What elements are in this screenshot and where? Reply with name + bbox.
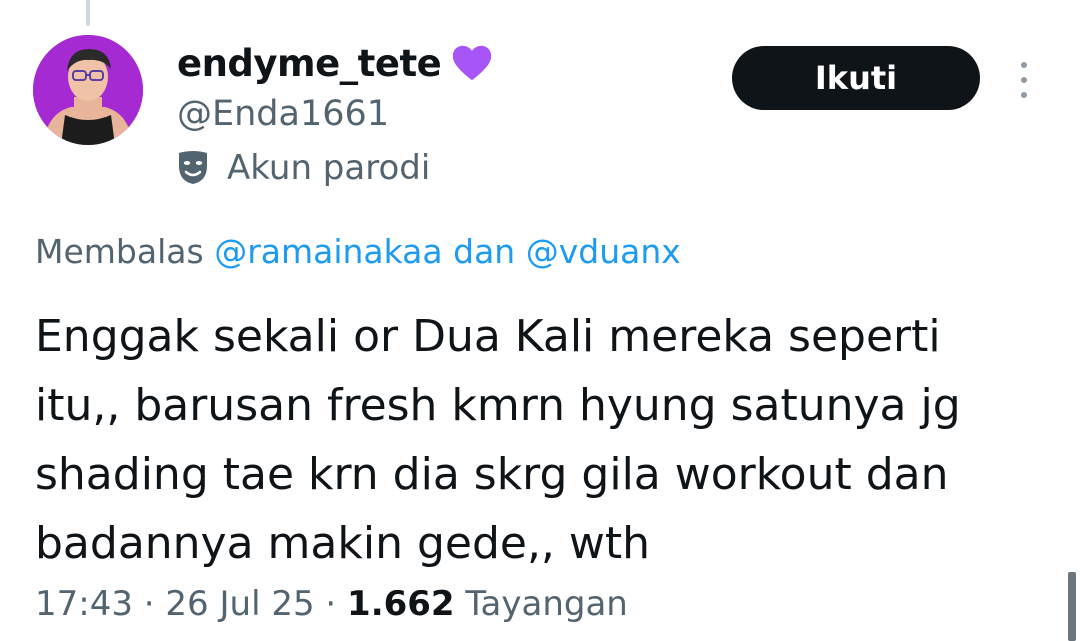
more-options-icon[interactable]: [1016, 62, 1032, 98]
tweet-text-line: badannya makin gede,, wth: [35, 518, 651, 569]
thread-connector-line: [86, 0, 90, 26]
tweet-text-line: shading tae krn dia skrg gila workout da…: [35, 449, 949, 500]
views-count: 1.662: [347, 584, 455, 624]
views-label: Tayangan: [465, 584, 628, 624]
reply-prefix: Membalas: [35, 232, 204, 271]
tweet-time[interactable]: 17:43: [35, 584, 133, 624]
tweet-text-line: Enggak sekali or Dua Kali mereka seperti: [35, 311, 941, 362]
avatar-image: [33, 35, 143, 145]
scrollbar-thumb[interactable]: [1068, 572, 1076, 641]
tweet-date[interactable]: 26 Jul 25: [165, 584, 314, 624]
mention-link[interactable]: @ramainakaa: [214, 232, 442, 271]
display-name[interactable]: endyme_tete: [177, 42, 442, 85]
more-dot: [1021, 92, 1027, 98]
separator-dot: ·: [325, 584, 337, 624]
avatar[interactable]: [33, 35, 143, 145]
reply-join: dan: [453, 232, 516, 271]
separator-dot: ·: [143, 584, 155, 624]
more-dot: [1021, 62, 1027, 68]
parody-account-label: Akun parodi: [227, 148, 431, 188]
reply-context: Membalas @ramainakaa dan @vduanx: [35, 232, 681, 271]
parody-label-row: Akun parodi: [177, 148, 430, 188]
tweet-text: Enggak sekali or Dua Kali mereka seperti…: [35, 302, 1045, 578]
mention-link[interactable]: @vduanx: [526, 232, 681, 271]
display-name-row[interactable]: endyme_tete: [177, 40, 495, 86]
tweet-metadata: 17:43 · 26 Jul 25 · 1.662 Tayangan: [35, 584, 628, 624]
more-dot: [1021, 77, 1027, 83]
purple-heart-icon: [453, 45, 492, 81]
follow-button[interactable]: Ikuti: [732, 46, 980, 110]
user-handle[interactable]: @Enda1661: [177, 94, 389, 134]
tweet-text-line: itu,, barusan fresh kmrn hyung satunya j…: [35, 380, 961, 431]
theater-mask-icon: [179, 151, 207, 184]
